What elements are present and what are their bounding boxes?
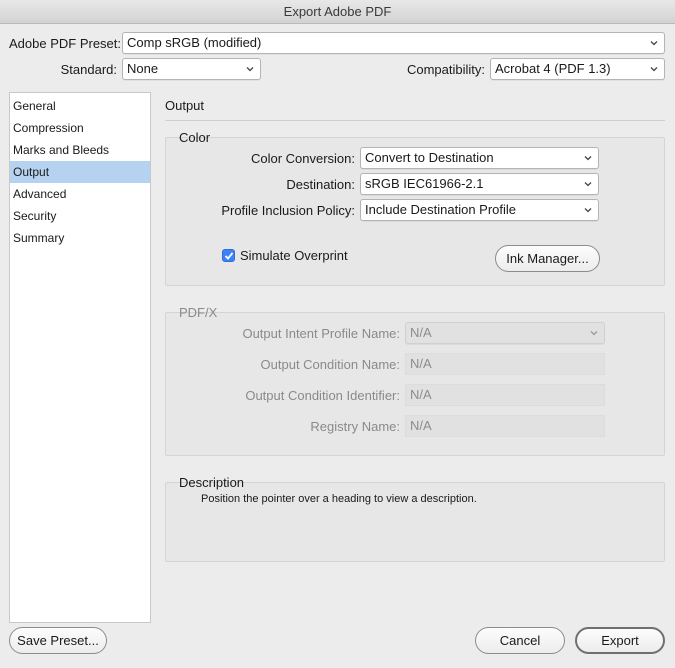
output-intent-value: N/A [410,325,432,340]
compatibility-select[interactable]: Acrobat 4 (PDF 1.3) [490,58,665,80]
profile-policy-select[interactable]: Include Destination Profile [360,199,599,221]
chevron-down-icon [584,182,592,187]
heading-divider [165,120,665,121]
chevron-down-icon [590,331,598,336]
preset-select[interactable]: Comp sRGB (modified) [122,32,665,54]
sidebar-item-general[interactable]: General [10,95,150,117]
color-conversion-label: Color Conversion: [250,151,355,166]
export-button[interactable]: Export [575,627,665,654]
category-sidebar: General Compression Marks and Bleeds Out… [9,92,151,623]
standard-select[interactable]: None [122,58,261,80]
destination-label: Destination: [286,177,355,192]
profile-policy-label: Profile Inclusion Policy: [221,203,355,218]
chevron-down-icon [246,67,254,72]
output-condition-id-field: N/A [405,384,605,406]
window-title: Export Adobe PDF [0,0,675,24]
chevron-down-icon [584,208,592,213]
sidebar-item-compression[interactable]: Compression [10,117,150,139]
preset-value: Comp sRGB (modified) [127,35,262,50]
simulate-overprint-checkbox[interactable] [222,249,235,262]
sidebar-item-output[interactable]: Output [10,161,150,183]
checkmark-icon [224,252,234,260]
color-conversion-select[interactable]: Convert to Destination [360,147,599,169]
profile-policy-value: Include Destination Profile [365,202,517,217]
preset-label: Adobe PDF Preset: [9,36,121,51]
description-text: Position the pointer over a heading to v… [201,493,477,505]
output-intent-label: Output Intent Profile Name: [242,326,400,341]
sidebar-item-security[interactable]: Security [10,205,150,227]
panel-title: Output [165,98,205,113]
pdfx-group-title: PDF/X [179,305,218,320]
sidebar-item-advanced[interactable]: Advanced [10,183,150,205]
output-condition-id-label: Output Condition Identifier: [245,388,400,403]
standard-value: None [127,61,159,76]
destination-value: sRGB IEC61966-2.1 [365,176,484,191]
chevron-down-icon [584,156,592,161]
color-conversion-value: Convert to Destination [365,150,494,165]
registry-name-label: Registry Name: [310,419,400,434]
compatibility-label: Compatibility: [406,62,485,77]
output-condition-name-label: Output Condition Name: [260,357,400,372]
destination-select[interactable]: sRGB IEC61966-2.1 [360,173,599,195]
cancel-button[interactable]: Cancel [475,627,565,654]
registry-name-field: N/A [405,415,605,437]
simulate-overprint-label[interactable]: Simulate Overprint [240,248,348,263]
compatibility-value: Acrobat 4 (PDF 1.3) [495,61,611,76]
chevron-down-icon [650,67,658,72]
output-intent-select: N/A [405,322,605,344]
standard-label: Standard: [60,62,117,77]
save-preset-button[interactable]: Save Preset... [9,627,107,654]
ink-manager-button[interactable]: Ink Manager... [495,245,600,272]
output-condition-name-field: N/A [405,353,605,375]
sidebar-item-summary[interactable]: Summary [10,227,150,249]
description-title: Description [179,475,245,490]
color-group-title: Color [179,130,211,145]
sidebar-item-marks-and-bleeds[interactable]: Marks and Bleeds [10,139,150,161]
chevron-down-icon [650,41,658,46]
